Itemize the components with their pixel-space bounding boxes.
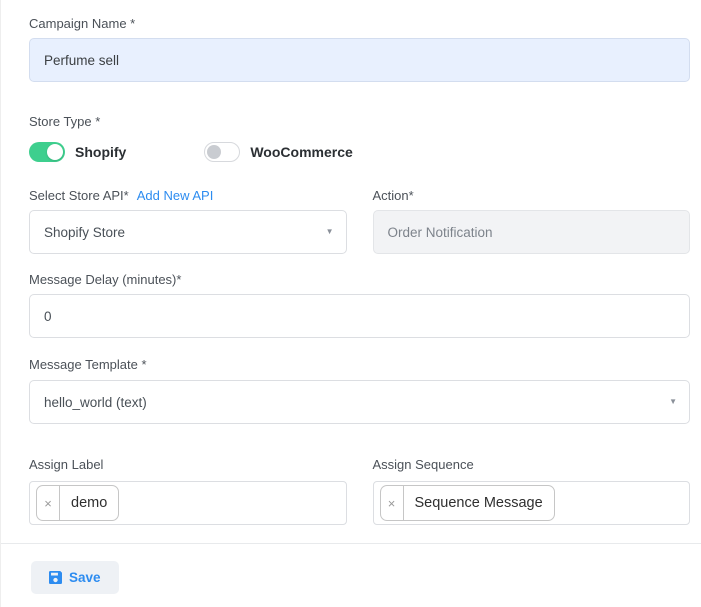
woocommerce-toggle[interactable] — [204, 142, 240, 162]
message-delay-section: Message Delay (minutes)* 0 — [29, 272, 690, 338]
campaign-name-value: Perfume sell — [44, 53, 119, 68]
message-template-label: Message Template * — [29, 357, 690, 373]
tag-text: demo — [60, 486, 118, 520]
tag-remove-icon[interactable]: × — [381, 486, 404, 520]
message-delay-value: 0 — [44, 309, 52, 324]
save-button[interactable]: Save — [31, 561, 119, 594]
tag-text: Sequence Message — [404, 486, 554, 520]
form-content: Campaign Name * Perfume sell Store Type … — [1, 0, 701, 525]
shopify-toggle[interactable] — [29, 142, 65, 162]
action-label: Action* — [373, 188, 691, 204]
assign-sequence-input[interactable]: × Sequence Message — [373, 481, 691, 525]
campaign-name-label: Campaign Name * — [29, 16, 690, 32]
chevron-down-icon: ▼ — [669, 398, 677, 406]
woocommerce-toggle-group: WooCommerce — [204, 142, 352, 162]
campaign-name-input[interactable]: Perfume sell — [29, 38, 690, 82]
store-api-selected-value: Shopify Store — [44, 225, 125, 240]
message-delay-input[interactable]: 0 — [29, 294, 690, 338]
store-api-section: Select Store API* Add New API Shopify St… — [29, 188, 347, 254]
action-input: Order Notification — [373, 210, 691, 254]
tag-chip-sequence-message: × Sequence Message — [380, 485, 555, 521]
message-template-select[interactable]: hello_world (text) ▼ — [29, 380, 690, 424]
tag-remove-icon[interactable]: × — [37, 486, 60, 520]
store-api-label-line: Select Store API* Add New API — [29, 188, 347, 204]
campaign-name-section: Campaign Name * Perfume sell — [29, 16, 690, 82]
store-type-section: Store Type * Shopify WooCommerce — [29, 114, 690, 162]
store-type-label: Store Type * — [29, 114, 690, 130]
campaign-form-card: Campaign Name * Perfume sell Store Type … — [0, 0, 701, 607]
toggle-knob — [207, 145, 221, 159]
api-action-row: Select Store API* Add New API Shopify St… — [29, 188, 690, 254]
assign-sequence-label: Assign Sequence — [373, 457, 691, 473]
save-button-label: Save — [69, 570, 101, 585]
chevron-down-icon: ▼ — [326, 228, 334, 236]
store-api-select[interactable]: Shopify Store ▼ — [29, 210, 347, 254]
shopify-toggle-group: Shopify — [29, 142, 126, 162]
assign-label-input[interactable]: × demo — [29, 481, 347, 525]
message-template-selected-value: hello_world (text) — [44, 395, 147, 410]
form-footer: Save — [1, 543, 701, 594]
message-delay-label: Message Delay (minutes)* — [29, 272, 690, 288]
woocommerce-toggle-label: WooCommerce — [250, 144, 352, 160]
action-value: Order Notification — [388, 225, 493, 240]
add-new-api-link[interactable]: Add New API — [137, 188, 214, 204]
assign-row: Assign Label × demo Assign Sequence × Se… — [29, 457, 690, 525]
shopify-toggle-label: Shopify — [75, 144, 126, 160]
assign-label-section: Assign Label × demo — [29, 457, 347, 525]
assign-label-label: Assign Label — [29, 457, 347, 473]
action-section: Action* Order Notification — [373, 188, 691, 254]
toggle-knob — [47, 144, 63, 160]
store-api-label: Select Store API* — [29, 188, 129, 204]
store-type-toggles: Shopify WooCommerce — [29, 142, 690, 162]
assign-sequence-section: Assign Sequence × Sequence Message — [373, 457, 691, 525]
save-icon — [49, 571, 62, 584]
tag-chip-demo: × demo — [36, 485, 119, 521]
message-template-section: Message Template * hello_world (text) ▼ — [29, 357, 690, 424]
